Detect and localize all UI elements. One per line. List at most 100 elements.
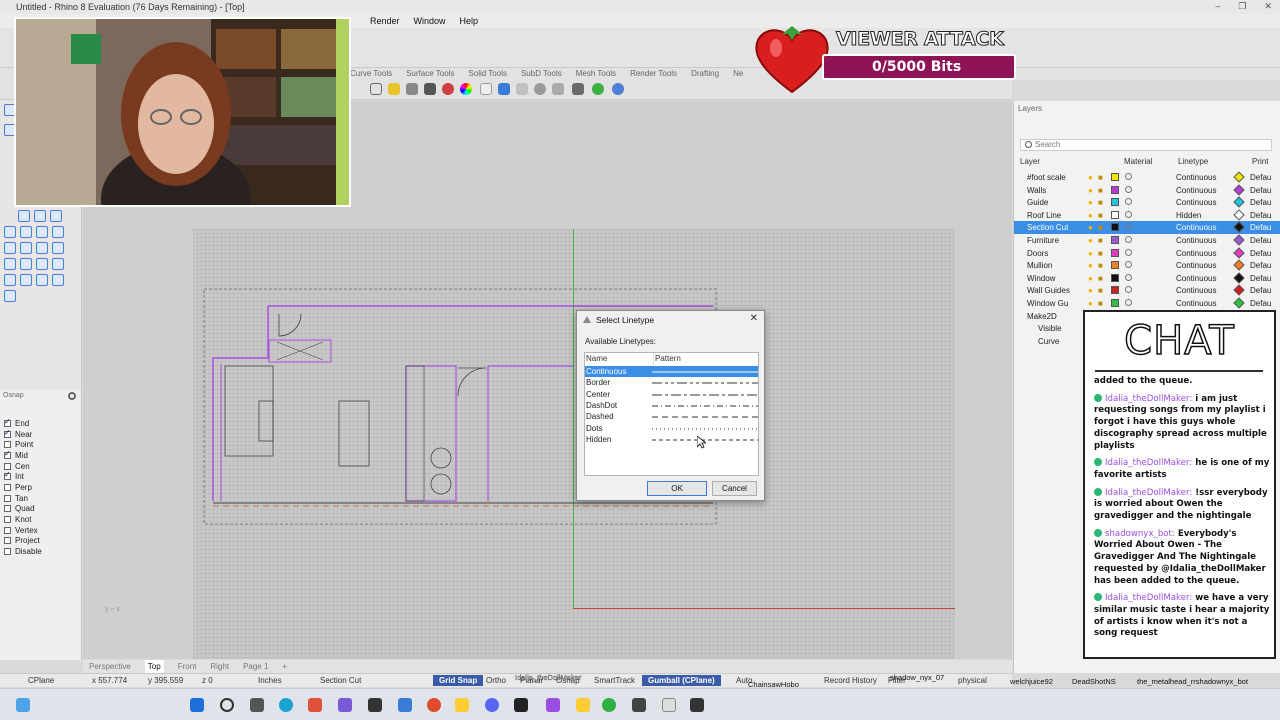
- layer-color-swatch[interactable]: [1111, 248, 1119, 257]
- col-pattern[interactable]: Pattern: [655, 353, 681, 365]
- menu-window[interactable]: Window: [414, 14, 446, 28]
- visibility-bulb-icon[interactable]: ●: [1088, 223, 1093, 232]
- layer-color-swatch[interactable]: [1111, 299, 1119, 307]
- lock-view-icon[interactable]: [424, 83, 436, 95]
- lock-icon[interactable]: ■: [1098, 299, 1103, 308]
- layer-print-width[interactable]: Defau: [1250, 286, 1271, 295]
- layer-print-width[interactable]: Defau: [1250, 261, 1271, 270]
- app-icon[interactable]: [308, 698, 322, 712]
- layer-color-swatch[interactable]: [1111, 210, 1119, 219]
- visibility-bulb-icon[interactable]: ●: [1088, 274, 1093, 283]
- sphere-icon[interactable]: [534, 83, 546, 95]
- smarttrack-toggle[interactable]: SmartTrack: [594, 676, 635, 685]
- ortho-toggle[interactable]: Ortho: [486, 676, 506, 685]
- settings-icon[interactable]: [552, 83, 564, 95]
- circle-tool-icon[interactable]: [4, 226, 16, 238]
- extrude-tool-icon[interactable]: [20, 242, 32, 254]
- layer-linetype[interactable]: Continuous: [1176, 249, 1216, 258]
- app-icon[interactable]: [602, 698, 616, 712]
- render-icon[interactable]: [480, 83, 492, 95]
- layer-linetype[interactable]: Continuous: [1176, 286, 1216, 295]
- material-icon[interactable]: [1125, 210, 1132, 218]
- print-color-diamond[interactable]: [1233, 272, 1245, 284]
- ok-button[interactable]: OK: [647, 481, 707, 496]
- record-history-toggle[interactable]: Record History: [824, 676, 877, 685]
- status-layer[interactable]: Section Cut: [320, 676, 361, 685]
- twitch-icon[interactable]: [546, 698, 560, 712]
- linetype-row-dashed[interactable]: Dashed: [585, 411, 758, 422]
- linetype-row-center[interactable]: Center: [585, 389, 758, 400]
- edge-icon[interactable]: [279, 698, 293, 712]
- status-cplane[interactable]: CPlane: [28, 676, 54, 685]
- rotate-view-icon[interactable]: [370, 83, 382, 95]
- layer-linetype[interactable]: Continuous: [1176, 274, 1216, 283]
- lock-icon[interactable]: ■: [1098, 186, 1103, 195]
- linetype-row-dashdot[interactable]: DashDot: [585, 400, 758, 411]
- material-icon[interactable]: [1125, 261, 1132, 269]
- move-tool-icon[interactable]: [20, 258, 32, 270]
- color-wheel-icon[interactable]: [460, 83, 472, 95]
- print-color-diamond[interactable]: [1233, 284, 1245, 297]
- tab-solid-tools[interactable]: Solid Tools: [468, 68, 507, 80]
- layer-row[interactable]: Wall Guides ● ■ Continuous Defau: [1014, 284, 1280, 297]
- lock-icon[interactable]: ■: [1098, 236, 1103, 245]
- layer-color-swatch[interactable]: [1111, 236, 1119, 244]
- visibility-bulb-icon[interactable]: ●: [1088, 198, 1093, 207]
- gumball-toggle[interactable]: Gumball (CPlane): [642, 675, 721, 686]
- layer-row[interactable]: Roof Line ● ■ Hidden Defau: [1014, 209, 1280, 222]
- material-icon[interactable]: [1125, 198, 1132, 206]
- osnap-checkbox[interactable]: [4, 505, 11, 513]
- osnap-checkbox[interactable]: [4, 462, 11, 470]
- tab-curve-tools[interactable]: Curve Tools: [350, 68, 392, 80]
- material-icon[interactable]: [1125, 299, 1132, 306]
- folder-icon[interactable]: [455, 698, 469, 712]
- layer-print-width[interactable]: Defau: [1250, 173, 1271, 182]
- layer-linetype[interactable]: Continuous: [1176, 299, 1216, 308]
- print-color-diamond[interactable]: [1233, 209, 1245, 221]
- lock-icon[interactable]: ■: [1098, 286, 1103, 295]
- menu-render[interactable]: Render: [370, 14, 400, 28]
- print-color-diamond[interactable]: [1233, 171, 1245, 183]
- tab-top[interactable]: Top: [144, 660, 164, 673]
- search-icon[interactable]: [220, 698, 234, 712]
- app-icon[interactable]: [690, 698, 704, 712]
- rotate-tool-icon[interactable]: [36, 258, 48, 270]
- linetype-row-continuous[interactable]: Continuous: [585, 366, 758, 378]
- close-icon[interactable]: ✕: [750, 313, 758, 324]
- material-icon[interactable]: [1125, 286, 1132, 294]
- layer-row[interactable]: #foot scale ● ■ Continuous Defau: [1014, 171, 1280, 184]
- grid-snap-toggle[interactable]: Grid Snap: [433, 675, 484, 686]
- osnap-item[interactable]: Vertex: [4, 525, 42, 536]
- osnap-checkbox[interactable]: [4, 470, 11, 481]
- paint-icon[interactable]: [16, 698, 30, 712]
- osnap-checkbox[interactable]: [4, 449, 11, 459]
- osnap-checkbox[interactable]: [4, 516, 11, 524]
- line-tool-icon[interactable]: [18, 210, 30, 222]
- linetype-row-border[interactable]: Border: [585, 377, 758, 388]
- boolean-tool-icon[interactable]: [4, 290, 16, 302]
- material-icon[interactable]: [1125, 173, 1132, 180]
- layer-color-swatch[interactable]: [1111, 198, 1119, 207]
- osnap-item[interactable]: Int: [4, 470, 42, 482]
- layer-linetype[interactable]: Continuous: [1176, 236, 1216, 245]
- help-icon[interactable]: [612, 83, 624, 95]
- hatch-tool-icon[interactable]: [36, 274, 48, 286]
- visibility-bulb-icon[interactable]: ●: [1088, 236, 1093, 245]
- material-icon[interactable]: [1125, 223, 1132, 231]
- app-icon[interactable]: [632, 698, 646, 712]
- visibility-bulb-icon[interactable]: ●: [1088, 249, 1093, 258]
- visibility-bulb-icon[interactable]: ●: [1088, 261, 1093, 270]
- col-linetype[interactable]: Linetype: [1178, 157, 1208, 166]
- osnap-checkbox[interactable]: [4, 483, 11, 491]
- light-icon[interactable]: [388, 83, 400, 95]
- print-color-diamond[interactable]: [1233, 196, 1245, 208]
- cancel-button[interactable]: Cancel: [712, 481, 757, 496]
- layer-color-swatch[interactable]: [1111, 286, 1119, 295]
- osnap-checkbox[interactable]: [4, 428, 11, 438]
- lock-icon[interactable]: ■: [1098, 173, 1103, 182]
- layer-row[interactable]: Furniture ● ■ Continuous Defau: [1014, 234, 1280, 247]
- layer-row[interactable]: Walls ● ■ Continuous Defau: [1014, 183, 1280, 197]
- polygon-tool-icon[interactable]: [52, 226, 64, 238]
- earth-icon[interactable]: [592, 83, 604, 95]
- material-icon[interactable]: [1125, 185, 1132, 193]
